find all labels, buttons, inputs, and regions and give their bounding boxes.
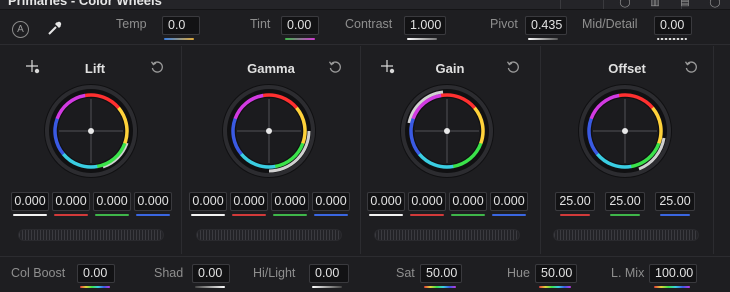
gain-b-bar — [492, 214, 526, 216]
sat-field[interactable]: 50.00 — [420, 264, 462, 283]
tint-label: Tint — [250, 17, 271, 31]
panel-title: Primaries - Color Wheels — [8, 0, 162, 8]
offset-master-wheel[interactable] — [553, 229, 699, 241]
reset-icon[interactable] — [506, 60, 520, 74]
lift-master-wheel[interactable] — [18, 229, 164, 241]
gamma-color-wheel[interactable] — [221, 83, 317, 179]
sat-indicator — [424, 286, 456, 288]
more-icon[interactable]: ◯ — [700, 0, 730, 8]
sat-label: Sat — [396, 266, 415, 280]
reset-icon[interactable] — [150, 60, 164, 74]
offset-g-field[interactable]: 25.00 — [605, 192, 645, 211]
gamma-b-field[interactable]: 0.000 — [312, 192, 350, 211]
offset-r-bar — [560, 214, 590, 216]
gamma-title: Gamma — [247, 61, 295, 76]
reset-icon[interactable] — [684, 60, 698, 74]
lift-b-bar — [136, 214, 170, 216]
lift-b-field[interactable]: 0.000 — [134, 192, 172, 211]
panel-divider — [713, 46, 714, 254]
gain-b-field[interactable]: 0.000 — [490, 192, 528, 211]
gamma-b-bar — [314, 214, 348, 216]
panel-title-bar: Primaries - Color Wheels ◯ ▥ ▤ ◯ — [0, 0, 730, 10]
reset-icon[interactable] — [328, 60, 342, 74]
contrast-field[interactable]: 1.000 — [404, 16, 446, 35]
offset-r-field[interactable]: 25.00 — [555, 192, 595, 211]
tint-field[interactable]: 0.00 — [281, 16, 319, 35]
col-boost-field[interactable]: 0.00 — [77, 264, 115, 283]
hi-light-label: Hi/Light — [253, 266, 296, 280]
hue-indicator — [539, 286, 571, 288]
gain-r-bar — [410, 214, 444, 216]
lift-y-field[interactable]: 0.000 — [11, 192, 49, 211]
gain-g-bar — [451, 214, 485, 216]
l-mix-indicator — [654, 286, 690, 288]
gain-g-field[interactable]: 0.000 — [449, 192, 487, 211]
mid-detail-label: Mid/Detail — [582, 17, 638, 31]
shad-label: Shad — [154, 266, 184, 280]
mid-detail-field[interactable]: 0.00 — [654, 16, 692, 35]
offset-b-field[interactable]: 25.00 — [655, 192, 695, 211]
mid-detail-indicator — [657, 38, 687, 40]
target-icon[interactable]: ◯ — [610, 0, 640, 8]
col-boost-indicator — [80, 286, 110, 288]
bottom-controls-row: Col Boost 0.00 Shad 0.00 Hi/Light 0.00 S… — [0, 256, 730, 292]
lift-color-wheel[interactable] — [43, 83, 139, 179]
temp-label: Temp — [116, 17, 147, 31]
l-mix-label: L. Mix — [611, 266, 645, 280]
gamma-y-bar — [191, 214, 225, 216]
col-boost-label: Col Boost — [11, 266, 66, 280]
eyedropper-icon[interactable] — [46, 19, 64, 37]
shad-field[interactable]: 0.00 — [192, 264, 230, 283]
gain-title: Gain — [435, 61, 465, 76]
shad-indicator — [195, 286, 225, 288]
hi-light-indicator — [312, 286, 342, 288]
lift-g-field[interactable]: 0.000 — [93, 192, 131, 211]
hi-light-field[interactable]: 0.00 — [309, 264, 349, 283]
gamma-r-bar — [232, 214, 266, 216]
contrast-label: Contrast — [345, 17, 393, 31]
tint-indicator — [285, 38, 315, 40]
top-controls-row: A Temp 0.0 Tint 0.00 Contrast 1.000 Pivo… — [0, 11, 730, 45]
contrast-indicator — [407, 38, 437, 40]
temp-field[interactable]: 0.0 — [162, 16, 200, 35]
pivot-indicator — [528, 38, 558, 40]
hue-field[interactable]: 50.00 — [535, 264, 577, 283]
gain-color-wheel[interactable] — [399, 83, 495, 179]
offset-g-bar — [610, 214, 640, 216]
panel-divider — [540, 46, 541, 254]
gamma-y-field[interactable]: 0.000 — [189, 192, 227, 211]
panel-divider — [181, 46, 182, 254]
gain-r-field[interactable]: 0.000 — [408, 192, 446, 211]
auto-balance-button[interactable]: A — [12, 21, 29, 38]
gamma-r-field[interactable]: 0.000 — [230, 192, 268, 211]
offset-title: Offset — [608, 61, 646, 76]
lift-g-bar — [95, 214, 129, 216]
offset-b-bar — [660, 214, 690, 216]
lift-title: Lift — [84, 61, 106, 76]
pivot-label: Pivot — [490, 17, 518, 31]
hue-label: Hue — [507, 266, 530, 280]
temp-indicator — [164, 38, 194, 40]
gamma-master-wheel[interactable] — [196, 229, 342, 241]
title-divider — [560, 0, 561, 9]
lift-y-bar — [13, 214, 47, 216]
panel-divider — [360, 46, 361, 254]
gain-y-bar — [369, 214, 403, 216]
gamma-g-bar — [273, 214, 307, 216]
title-divider — [603, 0, 604, 9]
offset-color-wheel[interactable] — [577, 83, 673, 179]
lift-r-field[interactable]: 0.000 — [52, 192, 90, 211]
l-mix-field[interactable]: 100.00 — [649, 264, 697, 283]
gamma-g-field[interactable]: 0.000 — [271, 192, 309, 211]
gain-master-wheel[interactable] — [374, 229, 520, 241]
log-icon[interactable]: ▤ — [670, 0, 700, 8]
gain-y-field[interactable]: 0.000 — [367, 192, 405, 211]
pivot-field[interactable]: 0.435 — [525, 16, 567, 35]
lift-r-bar — [54, 214, 88, 216]
waveform-icon[interactable]: ▥ — [640, 0, 670, 8]
